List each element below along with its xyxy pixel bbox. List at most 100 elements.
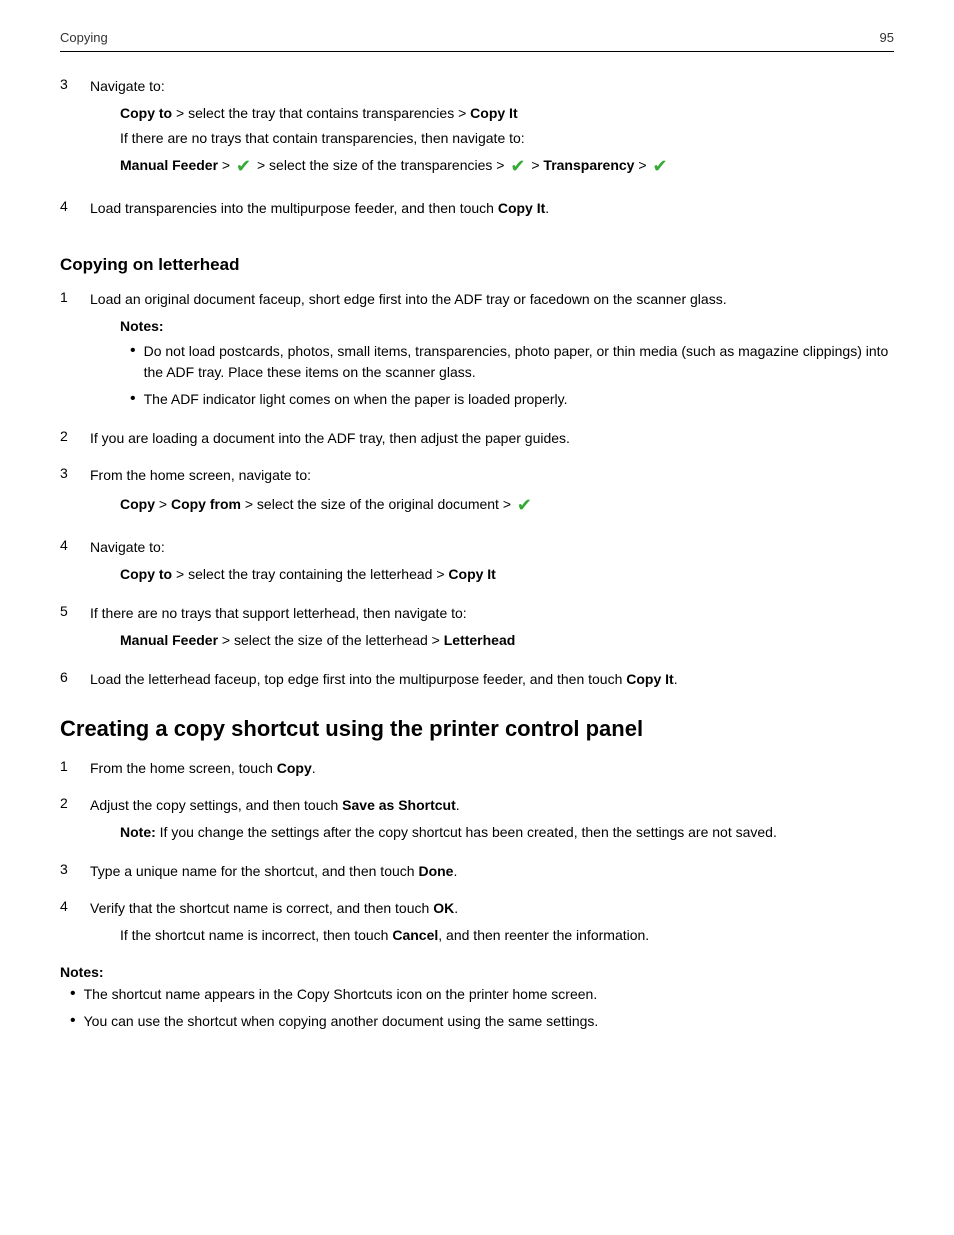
copy-to-line: Copy to > select the tray that contains …: [120, 103, 894, 180]
letterhead-step-4: 4 Navigate to: Copy to > select the tray…: [60, 537, 894, 593]
load-letterhead-text: Load the letterhead faceup, top edge fir…: [90, 669, 894, 690]
checkmark-icon-1: ✔: [236, 153, 251, 180]
select-letterhead-text: > select the size of the letterhead >: [218, 632, 444, 648]
from-home-text: From the home screen, navigate to:: [90, 465, 894, 486]
step-number: 1: [60, 289, 90, 305]
period4: .: [456, 797, 460, 813]
step-number: 4: [60, 898, 90, 914]
transparency-step-3: 3 Navigate to: Copy to > select the tray…: [60, 76, 894, 188]
no-trays-letterhead-text: If there are no trays that support lette…: [90, 603, 894, 624]
copy-bold2: Copy: [277, 760, 312, 776]
transparency-step-4: 4 Load transparencies into the multipurp…: [60, 198, 894, 225]
load-trans-pre: Load transparencies into the multipurpos…: [90, 200, 498, 216]
step-content: Load an original document faceup, short …: [90, 289, 894, 418]
shortcut-note-2: You can use the shortcut when copying an…: [84, 1011, 599, 1032]
shortcut-note-1: The shortcut name appears in the Copy Sh…: [84, 984, 598, 1005]
step-content: Verify that the shortcut name is correct…: [90, 898, 894, 954]
note-bold: Note:: [120, 824, 156, 840]
save-as-shortcut-bold: Save as Shortcut: [342, 797, 456, 813]
step-number: 5: [60, 603, 90, 619]
step-number: 3: [60, 465, 90, 481]
period5: .: [453, 863, 457, 879]
shortcut-section: Creating a copy shortcut using the print…: [60, 716, 894, 1032]
period: .: [545, 200, 549, 216]
arrow: >: [155, 496, 171, 512]
letterhead-step-1: 1 Load an original document faceup, shor…: [60, 289, 894, 418]
copy-it-bold4: Copy It: [626, 671, 673, 687]
step-content: Load the letterhead faceup, top edge fir…: [90, 669, 894, 696]
list-item: The shortcut name appears in the Copy Sh…: [70, 984, 894, 1005]
touch-copy-pre: From the home screen, touch: [90, 760, 277, 776]
copy-to-bold: Copy to: [120, 105, 172, 121]
save-pre: Adjust the copy settings, and then touch: [90, 797, 342, 813]
copy-bold: Copy: [120, 496, 155, 512]
copy-it-bold: Copy It: [470, 105, 517, 121]
list-item: Do not load postcards, photos, small ite…: [130, 341, 894, 383]
manual-feeder-bold2: Manual Feeder: [120, 632, 218, 648]
manual-feeder-bold: Manual Feeder: [120, 157, 218, 173]
cancel-bold: Cancel: [392, 927, 438, 943]
copy-from-bold: Copy from: [171, 496, 241, 512]
checkmark-icon-4: ✔: [517, 492, 532, 519]
shortcut-step-1: 1 From the home screen, touch Copy.: [60, 758, 894, 785]
type-name-text: Type a unique name for the shortcut, and…: [90, 861, 894, 882]
select-size-text2: > select the size of the original docume…: [241, 496, 515, 512]
step-content: Navigate to: Copy to > select the tray c…: [90, 537, 894, 593]
step-content: From the home screen, touch Copy.: [90, 758, 894, 785]
save-shortcut-text: Adjust the copy settings, and then touch…: [90, 795, 894, 816]
no-trays-text: If there are no trays that contain trans…: [120, 128, 894, 149]
shortcut-heading: Creating a copy shortcut using the print…: [60, 716, 894, 742]
type-name-pre: Type a unique name for the shortcut, and…: [90, 863, 418, 879]
note-text: Note: If you change the settings after t…: [120, 822, 894, 843]
note-2-text: The ADF indicator light comes on when th…: [144, 389, 568, 410]
shortcut-step-4: 4 Verify that the shortcut name is corre…: [60, 898, 894, 954]
cancel-text: If the shortcut name is incorrect, then …: [120, 925, 894, 946]
navigate-to-text: Navigate to:: [90, 537, 894, 558]
notes-label2: Notes:: [60, 964, 894, 980]
step-content: From the home screen, navigate to: Copy …: [90, 465, 894, 527]
load-lh-pre: Load the letterhead faceup, top edge fir…: [90, 671, 626, 687]
navigate-to-label: Navigate to:: [90, 76, 894, 97]
step-number: 3: [60, 861, 90, 877]
select-size-text: > select the size of the transparencies …: [253, 157, 508, 173]
step-number: 3: [60, 76, 90, 92]
step-number: 1: [60, 758, 90, 774]
arrow2: >: [527, 157, 543, 173]
step-number: 2: [60, 428, 90, 444]
cancel-pre: If the shortcut name is incorrect, then …: [120, 927, 392, 943]
shortcut-notes: Notes: The shortcut name appears in the …: [60, 964, 894, 1032]
notes-label: Notes:: [120, 316, 894, 337]
manual-feeder-line: Manual Feeder > ✔ > select the size of t…: [120, 153, 894, 180]
letterhead-step-2: 2 If you are loading a document into the…: [60, 428, 894, 455]
cancel-mid: , and then reenter the information.: [438, 927, 649, 943]
arrow1: >: [218, 157, 234, 173]
step-content: Navigate to: Copy to > select the tray t…: [90, 76, 894, 188]
note-1-text: Do not load postcards, photos, small ite…: [144, 341, 894, 383]
page: Copying 95 3 Navigate to: Copy to > sele…: [0, 0, 954, 1235]
header-page-number: 95: [880, 30, 894, 45]
letterhead-bold: Letterhead: [444, 632, 516, 648]
letterhead-step-5: 5 If there are no trays that support let…: [60, 603, 894, 659]
copy-from-line: Copy > Copy from > select the size of th…: [120, 492, 894, 519]
letterhead-step-3: 3 From the home screen, navigate to: Cop…: [60, 465, 894, 527]
header-title: Copying: [60, 30, 108, 45]
step-number: 4: [60, 198, 90, 214]
step-content: Load transparencies into the multipurpos…: [90, 198, 894, 225]
step-content: If there are no trays that support lette…: [90, 603, 894, 659]
transparency-bold: Transparency: [543, 157, 634, 173]
notes-list: Do not load postcards, photos, small ite…: [130, 341, 894, 410]
notes-block: Notes: Do not load postcards, photos, sm…: [120, 316, 894, 410]
shortcut-step-3: 3 Type a unique name for the shortcut, a…: [60, 861, 894, 888]
list-item: The ADF indicator light comes on when th…: [130, 389, 894, 410]
step-content: If you are loading a document into the A…: [90, 428, 894, 455]
copy-tray-text: Copy to > select the tray containing the…: [120, 564, 894, 585]
copy-to-mid2: > select the tray containing the letterh…: [172, 566, 448, 582]
letterhead-step-6: 6 Load the letterhead faceup, top edge f…: [60, 669, 894, 696]
adjust-guides-text: If you are loading a document into the A…: [90, 428, 894, 449]
cancel-line: If the shortcut name is incorrect, then …: [120, 925, 894, 946]
manual-feeder-text2: Manual Feeder > select the size of the l…: [120, 630, 894, 651]
checkmark-icon-2: ✔: [510, 153, 525, 180]
letterhead-section: Copying on letterhead 1 Load an original…: [60, 255, 894, 696]
shortcut-notes-list: The shortcut name appears in the Copy Sh…: [70, 984, 894, 1032]
ok-bold: OK: [433, 900, 454, 916]
